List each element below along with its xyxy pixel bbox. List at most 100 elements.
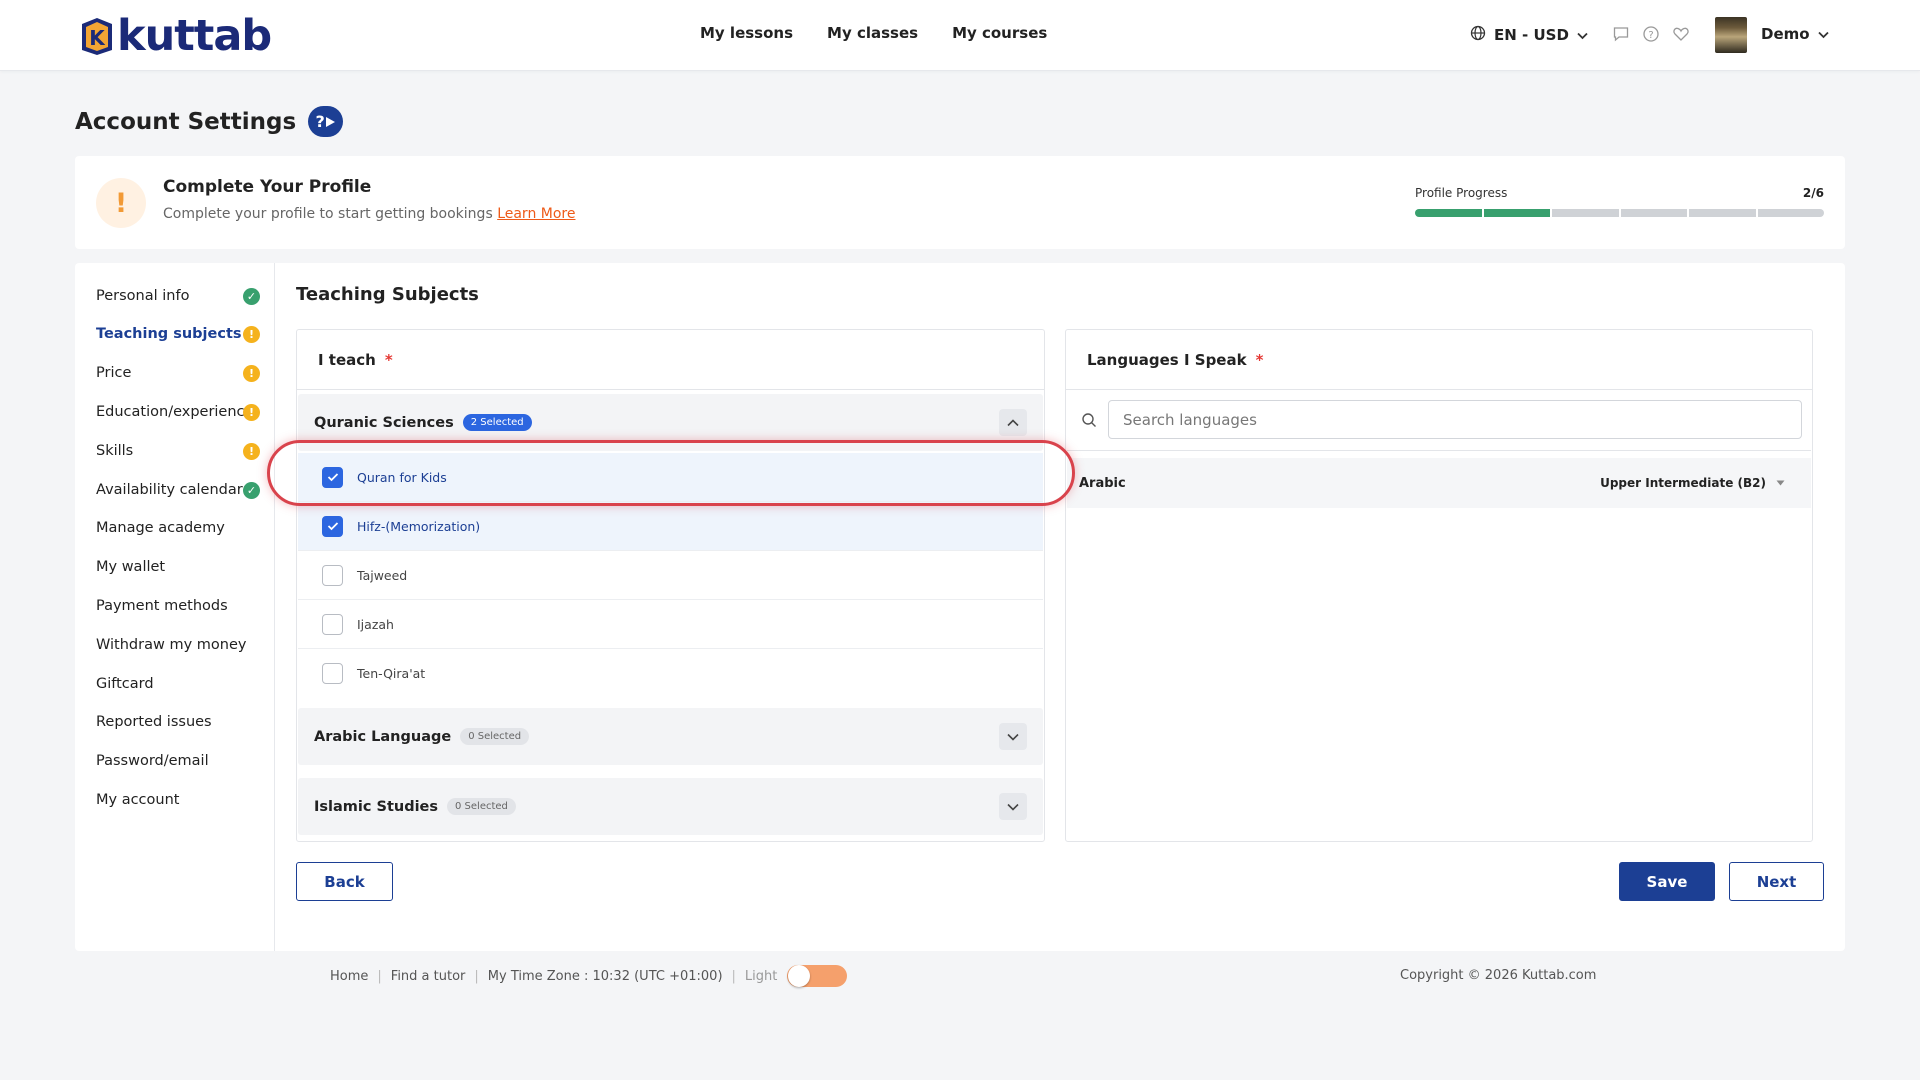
group-name: Quranic Sciences (314, 414, 454, 431)
option-label: Quran for Kids (357, 469, 447, 485)
play-icon (325, 116, 335, 127)
sidebar-item-my-wallet[interactable]: My wallet (96, 555, 266, 579)
chevron-down-icon (1817, 25, 1829, 43)
sidebar-item-label: Personal info (96, 288, 190, 304)
group-quranic-sciences[interactable]: Quranic Sciences 2 Selected (298, 394, 1043, 451)
save-button[interactable]: Save (1619, 862, 1715, 901)
sidebar-item-withdraw-my-money[interactable]: Withdraw my money (96, 633, 266, 657)
sidebar-item-label: My wallet (96, 559, 166, 575)
option-ijazah[interactable]: Ijazah (298, 600, 1043, 649)
svg-text:K: K (89, 26, 106, 50)
required-mark: * (384, 350, 393, 369)
language-currency-selector[interactable]: EN - USD (1470, 25, 1588, 45)
sidebar-item-label: Teaching subjects (96, 326, 242, 342)
back-button[interactable]: Back (296, 862, 393, 901)
footer: Home | Find a tutor | My Time Zone : 10:… (330, 965, 848, 987)
sidebar-item-price[interactable]: Price! (96, 361, 266, 385)
option-ten-qiraat[interactable]: Ten-Qira'at (298, 649, 1043, 698)
sidebar-item-label: Availability calendar (96, 482, 243, 498)
checkbox-checked[interactable] (322, 515, 343, 537)
check-circle-icon: ✓ (243, 481, 260, 499)
language-row: Arabic Upper Intermediate (B2) (1067, 458, 1811, 508)
help-icon[interactable]: ? (1642, 25, 1660, 43)
help-video-button[interactable]: ? (308, 106, 344, 137)
nav-my-classes[interactable]: My classes (827, 24, 918, 42)
language-search (1067, 390, 1811, 451)
footer-separator: | (474, 968, 479, 984)
lang-currency-label: EN - USD (1494, 26, 1569, 44)
sidebar-item-giftcard[interactable]: Giftcard (96, 672, 266, 696)
footer-copyright: Copyright © 2026 Kuttab.com (1400, 968, 1597, 983)
profile-progress-count: 2/6 (1802, 186, 1824, 200)
search-icon (1081, 412, 1097, 432)
sidebar-item-teaching-subjects[interactable]: Teaching subjects! (96, 322, 266, 346)
sidebar-item-reported-issues[interactable]: Reported issues (96, 710, 266, 734)
chevron-down-icon[interactable] (999, 793, 1027, 820)
search-languages-input[interactable] (1108, 400, 1802, 439)
check-icon (327, 473, 338, 482)
sidebar-item-label: Skills (96, 443, 134, 459)
check-circle-icon: ✓ (243, 287, 260, 305)
sidebar-item-education-experience[interactable]: Education/experience! (96, 400, 266, 424)
heart-icon[interactable] (1672, 25, 1690, 43)
page-title-text: Account Settings (75, 108, 297, 135)
sidebar-item-label: Reported issues (96, 714, 212, 730)
option-quran-for-kids[interactable]: Quran for Kids (298, 453, 1043, 502)
learn-more-link[interactable]: Learn More (497, 206, 575, 222)
main-nav: My lessons My classes My courses (700, 24, 1047, 42)
user-menu[interactable]: Demo (1761, 25, 1829, 43)
sidebar-item-password-email[interactable]: Password/email (96, 749, 266, 773)
sidebar-item-availability-calendar[interactable]: Availability calendar ✓ (96, 478, 266, 502)
selected-count-badge: 0 Selected (447, 798, 516, 815)
kuttab-logo-icon: K (78, 16, 116, 56)
checkbox-unchecked[interactable] (322, 564, 343, 586)
chevron-down-icon (1577, 26, 1588, 44)
warning-circle-icon: ! (243, 325, 260, 343)
sidebar-item-payment-methods[interactable]: Payment methods (96, 594, 266, 618)
chevron-up-icon[interactable] (999, 409, 1027, 436)
sidebar-item-personal-info[interactable]: Personal info ✓ (96, 284, 266, 308)
nav-my-courses[interactable]: My courses (952, 24, 1047, 42)
progress-segment (1620, 209, 1687, 217)
footer-home-link[interactable]: Home (330, 969, 368, 984)
sidebar-item-label: Manage academy (96, 520, 225, 536)
sidebar-item-manage-academy[interactable]: Manage academy (96, 516, 266, 540)
profile-card-title: Complete Your Profile (163, 177, 372, 197)
profile-progress-bar (1415, 209, 1824, 217)
checkbox-unchecked[interactable] (322, 613, 343, 635)
logo[interactable]: K kuttab (78, 14, 272, 58)
option-tajweed[interactable]: Tajweed (298, 551, 1043, 600)
group-arabic-language[interactable]: Arabic Language 0 Selected (298, 708, 1043, 765)
avatar[interactable] (1715, 17, 1747, 53)
i-teach-panel: I teach * Quranic Sciences 2 Selected Qu… (296, 329, 1045, 842)
i-teach-label: I teach (318, 350, 376, 369)
checkbox-checked[interactable] (322, 466, 343, 488)
profile-card-subtitle-text: Complete your profile to start getting b… (163, 206, 493, 222)
chat-icon[interactable] (1612, 25, 1630, 43)
theme-toggle[interactable] (787, 965, 848, 987)
toggle-knob (788, 965, 811, 987)
language-level-select[interactable]: Upper Intermediate (B2) (1600, 476, 1785, 490)
language-name: Arabic (1079, 475, 1126, 491)
sidebar-item-my-account[interactable]: My account (96, 788, 266, 812)
option-label: Tajweed (357, 567, 408, 583)
option-hifz[interactable]: Hifz-(Memorization) (298, 502, 1043, 551)
sidebar-item-label: My account (96, 792, 180, 808)
sidebar-item-label: Withdraw my money (96, 637, 247, 653)
settings-sidebar: Personal info ✓ Teaching subjects! Price! Ed… (75, 263, 275, 951)
warning-circle-icon: ! (243, 364, 260, 382)
nav-my-lessons[interactable]: My lessons (700, 24, 793, 42)
page-title: Account Settings ? (75, 106, 344, 137)
profile-progress-label: Profile Progress (1415, 186, 1508, 200)
checkbox-unchecked[interactable] (322, 663, 343, 684)
question-icon: ? (315, 112, 325, 131)
group-islamic-studies[interactable]: Islamic Studies 0 Selected (298, 778, 1043, 835)
footer-timezone: My Time Zone : 10:32 (UTC +01:00) (487, 968, 723, 984)
group-name: Islamic Studies (314, 798, 439, 815)
sidebar-item-skills[interactable]: Skills! (96, 439, 266, 463)
footer-find-tutor-link[interactable]: Find a tutor (391, 969, 466, 984)
option-label: Hifz-(Memorization) (357, 518, 481, 534)
selected-count-badge: 0 Selected (460, 728, 530, 745)
chevron-down-icon[interactable] (999, 723, 1027, 750)
next-button[interactable]: Next (1729, 862, 1824, 901)
